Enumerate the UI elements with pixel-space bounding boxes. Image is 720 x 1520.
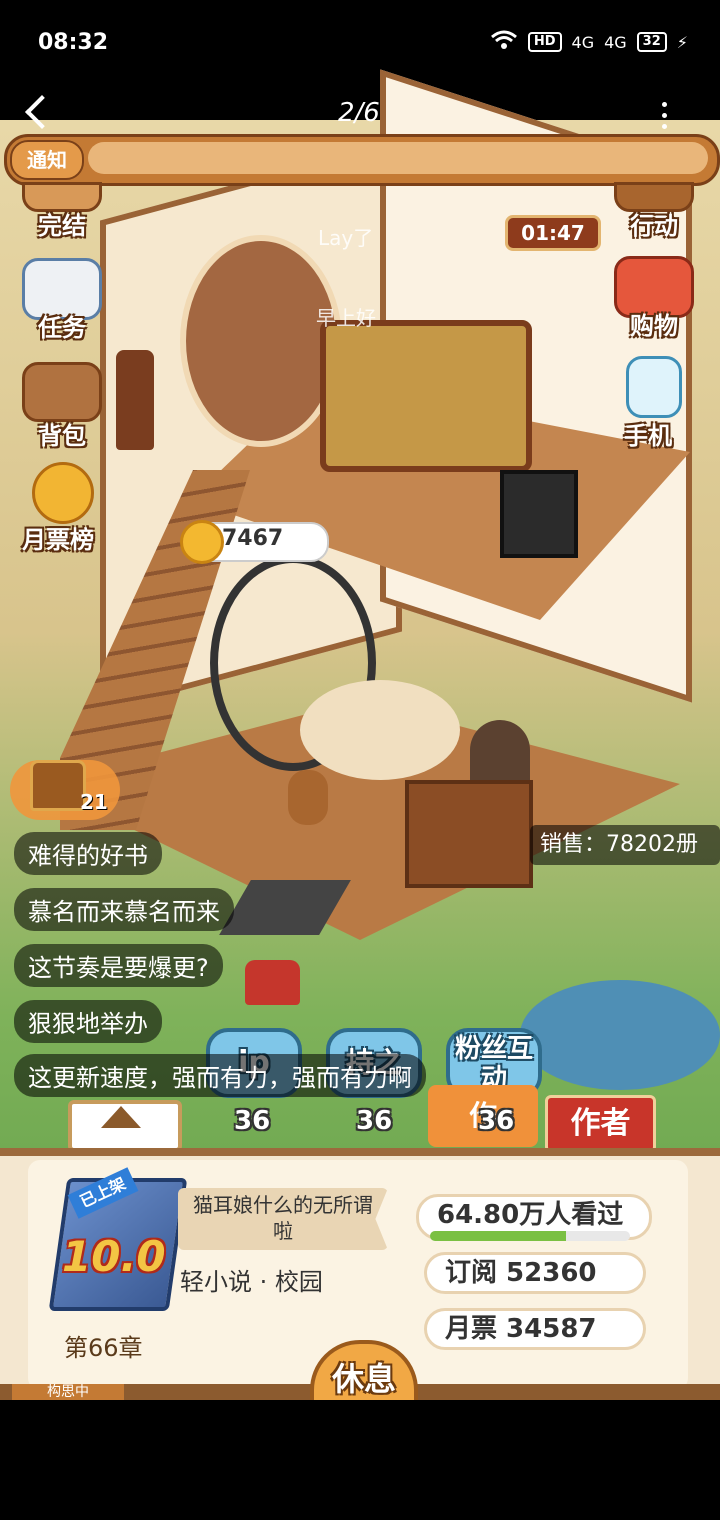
coin-icon — [180, 520, 224, 564]
chapter-label: 第66章 — [64, 1334, 143, 1362]
system-nav-bar — [0, 1400, 720, 1520]
views-progress-bar — [430, 1231, 630, 1241]
finish-label: 完结 — [38, 212, 86, 240]
book-score: 10.0 — [62, 1232, 166, 1281]
phone-button[interactable]: 手机 — [614, 356, 682, 451]
coin-value: 7467 — [222, 526, 284, 551]
views-progress-fill — [430, 1231, 566, 1241]
monthly-votes-stat: 月票 34587 — [424, 1308, 646, 1350]
page-indicator: 2/6 — [338, 98, 380, 128]
chat-message: 慕名而来慕名而来 — [14, 888, 234, 931]
chat-message: 这更新速度，强而有力，强而有力啊 — [14, 1054, 426, 1097]
pet-dog[interactable] — [288, 770, 328, 825]
monthly-ranking-label: 月票榜 — [22, 526, 94, 554]
pond — [520, 980, 720, 1090]
status-bar: 08:32 HD 4G 4G 32 ⚡ — [0, 0, 720, 88]
treasure-chest-icon — [30, 760, 86, 811]
signal-4g-icon: 4G — [571, 32, 595, 52]
floating-text: 早上好 — [316, 306, 376, 330]
chat-message: 狠狠地举办 — [14, 1000, 162, 1043]
shop-label: 购物 — [630, 312, 678, 340]
action-label: 行动 — [630, 212, 678, 240]
coin-icon — [32, 462, 94, 524]
fan-interaction-count: 36 — [478, 1106, 515, 1136]
action-button[interactable]: 行动 — [614, 182, 694, 241]
book-title: 猫耳娘什么的无所谓啦 — [193, 1193, 373, 1243]
chat-message: 难得的好书 — [14, 832, 162, 875]
tasks-label: 任务 — [38, 314, 86, 342]
bag-label: 背包 — [38, 422, 86, 450]
more-icon[interactable] — [662, 102, 668, 135]
battery-icon: 32 — [636, 32, 667, 52]
phone-icon — [626, 356, 682, 418]
persist-count: 36 — [356, 1106, 393, 1136]
bed — [320, 320, 532, 472]
phone-label: 手机 — [624, 422, 672, 450]
charging-icon: ⚡ — [676, 32, 688, 52]
floating-text: Lay了 — [318, 226, 374, 250]
rug — [300, 680, 460, 780]
bag-icon — [22, 362, 102, 422]
grandfather-clock — [116, 350, 154, 450]
mailbox[interactable] — [245, 960, 300, 1005]
book-genre: 轻小说 · 校园 — [180, 1268, 323, 1296]
signal-4g-icon-2: 4G — [604, 32, 627, 52]
status-icons: HD 4G 4G 32 ⚡ — [490, 30, 688, 54]
writing-desk — [405, 780, 533, 888]
notice-tag: 通知 — [10, 140, 84, 180]
bag-button[interactable]: 背包 — [22, 362, 102, 451]
finish-button[interactable]: 完结 — [22, 182, 102, 241]
monthly-ranking-button[interactable]: 月票榜 — [22, 462, 94, 555]
round-window — [180, 235, 342, 447]
timer[interactable]: 01:47 — [505, 215, 601, 251]
chest-count: 21 — [80, 790, 108, 814]
author-button[interactable]: 作者 — [545, 1095, 656, 1153]
tv — [500, 470, 578, 558]
subscriptions-stat: 订阅 52360 — [424, 1252, 646, 1294]
chat-message: 这节奏是要爆更? — [14, 944, 223, 987]
tasks-button[interactable]: 任务 — [22, 258, 102, 343]
status-time: 08:32 — [38, 30, 109, 55]
notice-track — [88, 142, 708, 174]
ip-count: 36 — [234, 1106, 271, 1136]
shop-button[interactable]: 购物 — [614, 256, 694, 341]
wifi-icon — [490, 30, 518, 54]
chevron-up-icon — [101, 1106, 141, 1128]
sales-count: 销售：78202册 — [530, 825, 720, 865]
bottom-tab[interactable]: 构思中 — [12, 1384, 124, 1400]
hd-badge: HD — [527, 32, 562, 52]
